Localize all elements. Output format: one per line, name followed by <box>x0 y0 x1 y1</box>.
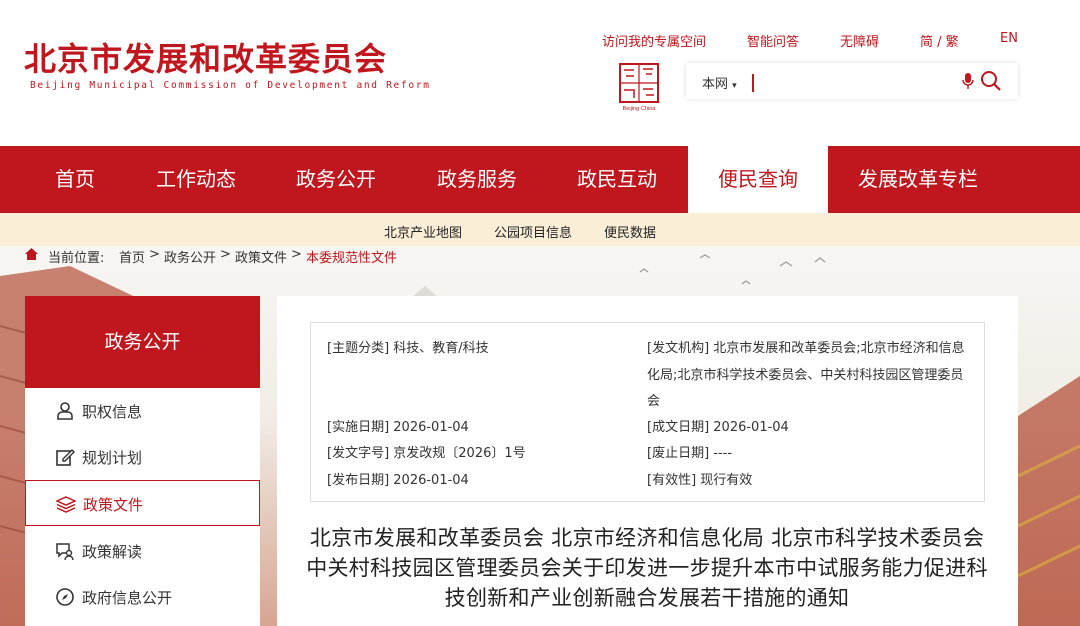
meta-subject: [主题分类] 科技、教育/科技 <box>327 341 489 356</box>
search-input[interactable] <box>756 69 946 93</box>
breadcrumb-separator: > <box>291 247 302 262</box>
nav-government-services[interactable]: 政务服务 <box>421 146 533 213</box>
personal-space-link[interactable]: 访问我的专属空间 <box>602 31 706 50</box>
meta-repeal-date: [废止日期] ---- <box>647 446 733 461</box>
meta-effective-date: [实施日期] 2026-01-04 <box>327 420 469 435</box>
search-icon[interactable] <box>980 70 1002 92</box>
document-panel: [主题分类] 科技、教育/科技 [发文机构] 北京市发展和改革委员会;北京市经济… <box>277 296 1018 626</box>
language-toggle-link[interactable]: 简 / 繁 <box>920 31 959 50</box>
subnav-industry-map[interactable]: 北京产业地图 <box>384 222 462 241</box>
breadcrumb-separator: > <box>149 247 160 262</box>
chat-user-icon <box>56 543 74 561</box>
meta-issuer: [发文机构] 北京市发展和改革委员会;北京市经济和信息化局;北京市科学技术委员会… <box>647 341 965 409</box>
breadcrumb-government-affairs[interactable]: 政务公开 <box>164 247 216 266</box>
accessibility-link[interactable]: 无障碍 <box>840 31 879 50</box>
nav-government-affairs-open[interactable]: 政务公开 <box>280 146 392 213</box>
breadcrumb-prefix: 当前位置: <box>48 251 105 266</box>
layers-icon <box>56 496 76 513</box>
sidebar-item-policy-files[interactable]: 政策文件 <box>25 480 260 526</box>
breadcrumb-current[interactable]: 本委规范性文件 <box>306 247 397 266</box>
site-logo-subtitle: Beijing Municipal Commission of Developm… <box>30 80 431 91</box>
meta-publish-date: [发布日期] 2026-01-04 <box>327 473 469 488</box>
nav-public-interaction[interactable]: 政民互动 <box>561 146 673 213</box>
meta-validity: [有效性] 现行有效 <box>647 473 753 488</box>
sidebar-item-label: 政府信息公开 <box>82 589 173 607</box>
microphone-icon[interactable] <box>962 72 974 90</box>
meta-doc-number: [发文字号] 京发改规〔2026〕1号 <box>327 446 526 461</box>
sidebar-menu: 职权信息 规划计划 政策文件 政策解读 政府信息公开 <box>25 388 260 626</box>
breadcrumb-separator: > <box>220 247 231 262</box>
home-icon[interactable] <box>24 247 39 261</box>
main-nav: 首页 工作动态 政务公开 政务服务 政民互动 便民查询 发展改革专栏 <box>0 146 1080 213</box>
english-link[interactable]: EN <box>1000 31 1018 46</box>
sidebar-item-planning[interactable]: 规划计划 <box>25 434 260 480</box>
nav-reform-column[interactable]: 发展改革专栏 <box>842 146 994 213</box>
top-links: 访问我的专属空间 智能问答 无障碍 简 / 繁 EN <box>0 31 1080 51</box>
document-metadata-table: [主题分类] 科技、教育/科技 [发文机构] 北京市发展和改革委员会;北京市经济… <box>310 322 985 502</box>
sidebar-item-label: 职权信息 <box>82 403 143 421</box>
sidebar-item-label: 政策文件 <box>83 496 144 514</box>
subnav-park-projects[interactable]: 公园项目信息 <box>494 222 572 241</box>
seal-text: Beijing·China <box>623 106 657 112</box>
text-caret <box>752 74 754 92</box>
sub-nav: 北京产业地图 公园项目信息 便民数据 <box>0 213 1080 246</box>
nav-work-news[interactable]: 工作动态 <box>140 146 252 213</box>
compass-icon <box>56 588 74 606</box>
edit-icon <box>56 449 75 466</box>
sidebar-item-label: 规划计划 <box>82 449 143 467</box>
search-box: 本网 ▾ <box>686 63 1018 99</box>
document-title: 北京市发展和改革委员会 北京市经济和信息化局 北京市科学技术委员会 中关村科技园… <box>306 526 988 610</box>
breadcrumb-policy-files[interactable]: 政策文件 <box>235 247 287 266</box>
subnav-convenience-data[interactable]: 便民数据 <box>604 222 656 241</box>
nav-convenience-query[interactable]: 便民查询 <box>688 146 828 213</box>
sidebar-item-authority-info[interactable]: 职权信息 <box>25 388 260 434</box>
breadcrumb-home[interactable]: 首页 <box>119 247 145 266</box>
sidebar-item-gov-info-disclosure[interactable]: 政府信息公开 <box>25 574 260 620</box>
meta-written-date: [成文日期] 2026-01-04 <box>647 420 789 435</box>
smart-qa-link[interactable]: 智能问答 <box>747 31 799 50</box>
sidebar-title: 政务公开 <box>25 296 260 388</box>
capital-seal-logo: Beijing·China <box>616 62 662 112</box>
nav-home[interactable]: 首页 <box>30 146 120 213</box>
sidebar-item-policy-interpretation[interactable]: 政策解读 <box>25 528 260 574</box>
site-header: 北京市发展和改革委员会 Beijing Municipal Commission… <box>0 0 1080 146</box>
search-scope-dropdown[interactable]: 本网 ▾ <box>702 73 737 92</box>
sidebar-item-label: 政策解读 <box>82 543 143 561</box>
person-icon <box>57 402 73 420</box>
